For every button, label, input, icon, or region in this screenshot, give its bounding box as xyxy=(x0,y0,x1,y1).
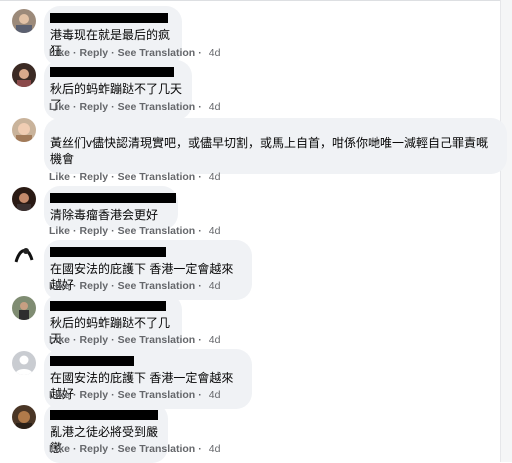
comment-text: 清除毒瘤香港会更好 xyxy=(50,208,159,222)
avatar[interactable] xyxy=(12,242,36,266)
separator: · xyxy=(73,171,77,183)
see-translation-button[interactable]: See Translation xyxy=(118,443,196,455)
comment-actions: Like · Reply · See Translation · 4d xyxy=(49,225,220,237)
timestamp[interactable]: 4d xyxy=(209,101,221,113)
comment-actions: Like · Reply · See Translation · 4d xyxy=(49,334,220,346)
separator: · xyxy=(111,47,115,59)
separator: · xyxy=(73,280,77,292)
separator: · xyxy=(198,225,202,237)
comment-actions: Like · Reply · See Translation · 4d xyxy=(49,389,220,401)
see-translation-button[interactable]: See Translation xyxy=(118,101,196,113)
separator: · xyxy=(111,334,115,346)
redacted-author-name xyxy=(50,247,166,257)
reply-button[interactable]: Reply xyxy=(80,443,109,455)
reply-button[interactable]: Reply xyxy=(80,101,109,113)
separator: · xyxy=(73,47,77,59)
separator: · xyxy=(73,389,77,401)
separator: · xyxy=(111,443,115,455)
reply-button[interactable]: Reply xyxy=(80,171,109,183)
separator: · xyxy=(198,47,202,59)
separator: · xyxy=(198,101,202,113)
comment-actions: Like · Reply · See Translation · 4d xyxy=(49,101,220,113)
separator: · xyxy=(73,225,77,237)
separator: · xyxy=(198,443,202,455)
like-button[interactable]: Like xyxy=(49,280,70,292)
comment-actions: Like · Reply · See Translation · 4d xyxy=(49,280,220,292)
redacted-author-name xyxy=(50,356,134,366)
see-translation-button[interactable]: See Translation xyxy=(118,389,196,401)
separator: · xyxy=(73,101,77,113)
avatar[interactable] xyxy=(12,9,36,33)
separator: · xyxy=(198,171,202,183)
reply-button[interactable]: Reply xyxy=(80,47,109,59)
see-translation-button[interactable]: See Translation xyxy=(118,47,196,59)
separator: · xyxy=(111,389,115,401)
comment-actions: Like · Reply · See Translation · 4d xyxy=(49,47,220,59)
like-button[interactable]: Like xyxy=(49,101,70,113)
reply-button[interactable]: Reply xyxy=(80,225,109,237)
separator: · xyxy=(73,334,77,346)
like-button[interactable]: Like xyxy=(49,389,70,401)
comment-text: 黃丝们v儘快認清現實吧，或儘早切割，或馬上自首，咁係你哋唯一減輕自己罪責嘅 機會 xyxy=(50,136,489,166)
timestamp[interactable]: 4d xyxy=(209,171,221,183)
top-divider xyxy=(0,0,500,1)
comment-actions: Like · Reply · See Translation · 4d xyxy=(49,171,220,183)
separator: · xyxy=(198,389,202,401)
redacted-author-name xyxy=(50,67,174,77)
avatar[interactable] xyxy=(12,351,36,375)
timestamp[interactable]: 4d xyxy=(209,225,221,237)
like-button[interactable]: Like xyxy=(49,47,70,59)
timestamp[interactable]: 4d xyxy=(209,443,221,455)
like-button[interactable]: Like xyxy=(49,443,70,455)
separator: · xyxy=(198,280,202,292)
like-button[interactable]: Like xyxy=(49,225,70,237)
see-translation-button[interactable]: See Translation xyxy=(118,280,196,292)
timestamp[interactable]: 4d xyxy=(209,389,221,401)
timestamp[interactable]: 4d xyxy=(209,334,221,346)
separator: · xyxy=(111,225,115,237)
avatar[interactable] xyxy=(12,187,36,211)
avatar[interactable] xyxy=(12,405,36,429)
avatar[interactable] xyxy=(12,296,36,320)
comment-bubble: 黃丝们v儘快認清現實吧，或儘早切割，或馬上自首，咁係你哋唯一減輕自己罪責嘅 機會 xyxy=(44,118,507,174)
avatar[interactable] xyxy=(12,63,36,87)
like-button[interactable]: Like xyxy=(49,334,70,346)
scrollbar[interactable] xyxy=(500,0,512,462)
redacted-author-name xyxy=(50,193,176,203)
separator: · xyxy=(73,443,77,455)
see-translation-button[interactable]: See Translation xyxy=(118,334,196,346)
redacted-author-name xyxy=(50,13,168,23)
comment-bubble: 清除毒瘤香港会更好 xyxy=(44,186,178,230)
separator: · xyxy=(111,171,115,183)
separator: · xyxy=(198,334,202,346)
separator: · xyxy=(111,101,115,113)
reply-button[interactable]: Reply xyxy=(80,389,109,401)
comment-actions: Like · Reply · See Translation · 4d xyxy=(49,443,220,455)
see-translation-button[interactable]: See Translation xyxy=(118,225,196,237)
timestamp[interactable]: 4d xyxy=(209,47,221,59)
see-translation-button[interactable]: See Translation xyxy=(118,171,196,183)
redacted-author-name xyxy=(50,301,166,311)
separator: · xyxy=(111,280,115,292)
like-button[interactable]: Like xyxy=(49,171,70,183)
redacted-author-name xyxy=(50,410,158,420)
reply-button[interactable]: Reply xyxy=(80,334,109,346)
reply-button[interactable]: Reply xyxy=(80,280,109,292)
timestamp[interactable]: 4d xyxy=(209,280,221,292)
avatar[interactable] xyxy=(12,118,36,142)
